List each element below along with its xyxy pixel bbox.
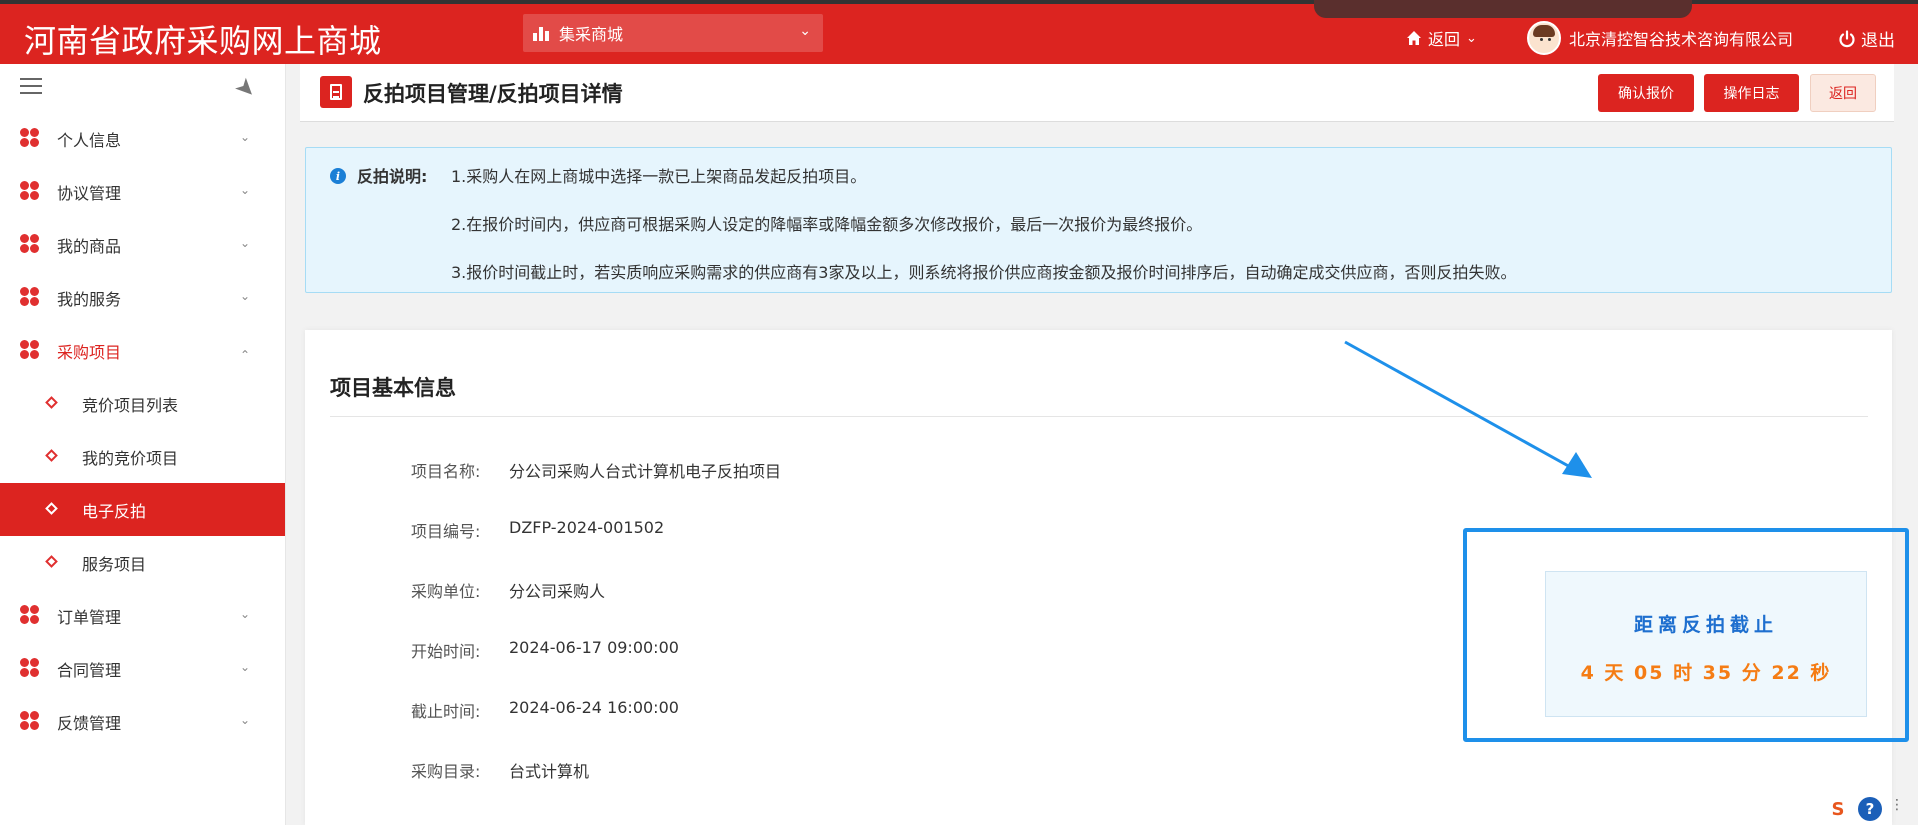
countdown-time: 4 天 05 时 35 分 22 秒 (1580, 662, 1832, 684)
chevron-down-icon: ⌄ (240, 236, 251, 250)
mall-select-value: 集采商城 (559, 25, 624, 44)
page-header: 反拍项目管理/反拍项目详情 确认报价 操作日志 返回 (300, 64, 1894, 122)
notice-line: 1.采购人在网上商城中选择一款已上架商品发起反拍项目。 (451, 167, 867, 186)
sidebar-subitem-my-bidding[interactable]: 我的竞价项目 (0, 430, 285, 483)
logout-label: 退出 (1861, 31, 1895, 51)
field-label-project-name: 项目名称: (411, 462, 481, 481)
sidebar-item-contracts[interactable]: 合同管理 ⌄ (0, 642, 285, 695)
chevron-down-icon: ⌄ (240, 660, 251, 674)
sidebar-subitem-reverse-auction[interactable]: 电子反拍 (0, 483, 285, 536)
menu-clover-icon (20, 658, 40, 678)
back-menu-label: 返回 (1428, 30, 1461, 49)
sidebar: ➤ 个人信息 ⌄ 协议管理 ⌄ 我的商品 ⌄ 我的服务 ⌄ 采购项目 ⌃ 竞价项… (0, 64, 286, 825)
menu-clover-icon (20, 287, 40, 307)
back-button[interactable]: 返回 (1810, 74, 1876, 112)
sidebar-subitem-bidding-list[interactable]: 竞价项目列表 (0, 377, 285, 430)
diamond-icon (45, 396, 58, 409)
chevron-down-icon: ⌄ (240, 183, 251, 197)
menu-clover-icon (20, 181, 40, 201)
logout-button[interactable]: 退出 (1838, 26, 1895, 51)
field-value-catalog: 台式计算机 (509, 762, 590, 781)
field-value-project-number: DZFP-2024-001502 (509, 518, 665, 537)
company-name: 北京清控智谷技术咨询有限公司 (1569, 30, 1794, 49)
confirm-quote-button[interactable]: 确认报价 (1598, 74, 1694, 112)
sidebar-subitem-label: 服务项目 (82, 554, 147, 574)
info-icon: i (330, 168, 346, 184)
back-menu[interactable]: 返回 ⌄ (1406, 26, 1477, 50)
input-method-icon[interactable]: S (1826, 797, 1850, 821)
field-value-end-time: 2024-06-24 16:00:00 (509, 698, 679, 717)
countdown-panel: 距离反拍截止 4 天 05 时 35 分 22 秒 (1545, 571, 1867, 717)
sidebar-item-label: 合同管理 (57, 660, 122, 680)
sidebar-subitem-label: 竞价项目列表 (82, 395, 179, 415)
sidebar-item-label: 个人信息 (57, 130, 122, 150)
countdown-title: 距离反拍截止 (1633, 614, 1778, 636)
field-label-start-time: 开始时间: (411, 642, 481, 661)
sidebar-tools: ➤ (0, 64, 285, 112)
overlay-tab (1314, 0, 1692, 18)
sidebar-item-agreements[interactable]: 协议管理 ⌄ (0, 165, 285, 218)
menu-clover-icon (20, 234, 40, 254)
diamond-icon (45, 555, 58, 568)
sidebar-subitem-label: 电子反拍 (82, 501, 147, 521)
chevron-down-icon: ⌄ (799, 23, 811, 39)
notice-line: 2.在报价时间内，供应商可根据采购人设定的降幅率或降幅金额多次修改报价，最后一次… (451, 215, 1203, 234)
sidebar-item-personal-info[interactable]: 个人信息 ⌄ (0, 112, 285, 165)
operation-log-button[interactable]: 操作日志 (1704, 74, 1799, 112)
chevron-down-icon: ⌄ (1466, 30, 1477, 46)
avatar (1527, 21, 1561, 55)
sidebar-item-label: 反馈管理 (57, 713, 122, 733)
expand-icon[interactable]: ⋮ (1890, 797, 1910, 821)
top-header: 河南省政府采购网上商城 集采商城 ⌄ 返回 ⌄ 北京清控智谷技术咨询有限公司 退… (0, 0, 1918, 64)
menu-clover-icon (20, 711, 40, 731)
sidebar-subitem-label: 我的竞价项目 (82, 448, 179, 468)
page-title: 反拍项目管理/反拍项目详情 (363, 82, 623, 106)
sidebar-item-my-products[interactable]: 我的商品 ⌄ (0, 218, 285, 271)
chevron-up-icon: ⌃ (240, 348, 251, 362)
chart-bar-icon (533, 25, 553, 41)
power-icon (1839, 29, 1855, 47)
menu-clover-icon (20, 605, 40, 625)
reverse-auction-notice: i 反拍说明: 1.采购人在网上商城中选择一款已上架商品发起反拍项目。 2.在报… (305, 147, 1892, 293)
diamond-icon (45, 449, 58, 462)
annotation-arrow (1344, 340, 1592, 478)
tray-icons: S ? ⋮ (1826, 797, 1910, 821)
field-value-project-name: 分公司采购人台式计算机电子反拍项目 (509, 462, 782, 481)
field-label-purchaser: 采购单位: (411, 582, 481, 601)
sidebar-item-orders[interactable]: 订单管理 ⌄ (0, 589, 285, 642)
mall-select[interactable]: 集采商城 ⌄ (523, 14, 823, 52)
sidebar-item-label: 订单管理 (57, 607, 122, 627)
notice-line: 3.报价时间截止时，若实质响应采购需求的供应商有3家及以上，则系统将报价供应商按… (451, 263, 1517, 282)
field-label-project-number: 项目编号: (411, 522, 481, 541)
menu-clover-icon (20, 128, 40, 148)
field-label-end-time: 截止时间: (411, 702, 481, 721)
section-title: 项目基本信息 (330, 376, 456, 400)
chevron-down-icon: ⌄ (240, 607, 251, 621)
sidebar-subitem-service-projects[interactable]: 服务项目 (0, 536, 285, 589)
document-icon (320, 76, 352, 108)
sidebar-item-label: 采购项目 (57, 342, 122, 362)
sidebar-item-feedback[interactable]: 反馈管理 ⌄ (0, 695, 285, 748)
chevron-down-icon: ⌄ (240, 130, 251, 144)
notice-label: 反拍说明: (357, 167, 428, 186)
menu-collapse-icon[interactable] (20, 78, 42, 96)
user-profile[interactable]: 北京清控智谷技术咨询有限公司 (1527, 21, 1793, 55)
menu-clover-icon (20, 340, 40, 360)
chevron-down-icon: ⌄ (240, 713, 251, 727)
help-icon[interactable]: ? (1858, 797, 1882, 821)
sidebar-item-procurement[interactable]: 采购项目 ⌃ (0, 324, 285, 377)
sidebar-item-my-services[interactable]: 我的服务 ⌄ (0, 271, 285, 324)
chevron-down-icon: ⌄ (240, 289, 251, 303)
divider (330, 416, 1868, 417)
sidebar-item-label: 协议管理 (57, 183, 122, 203)
field-value-purchaser: 分公司采购人 (509, 582, 606, 601)
field-label-catalog: 采购目录: (411, 762, 481, 781)
sidebar-item-label: 我的商品 (57, 236, 122, 256)
home-icon (1407, 31, 1421, 45)
sidebar-item-label: 我的服务 (57, 289, 122, 309)
site-logo[interactable]: 河南省政府采购网上商城 (24, 16, 382, 62)
pin-icon[interactable]: ➤ (229, 71, 263, 105)
field-value-start-time: 2024-06-17 09:00:00 (509, 638, 679, 657)
diamond-icon (45, 502, 58, 515)
